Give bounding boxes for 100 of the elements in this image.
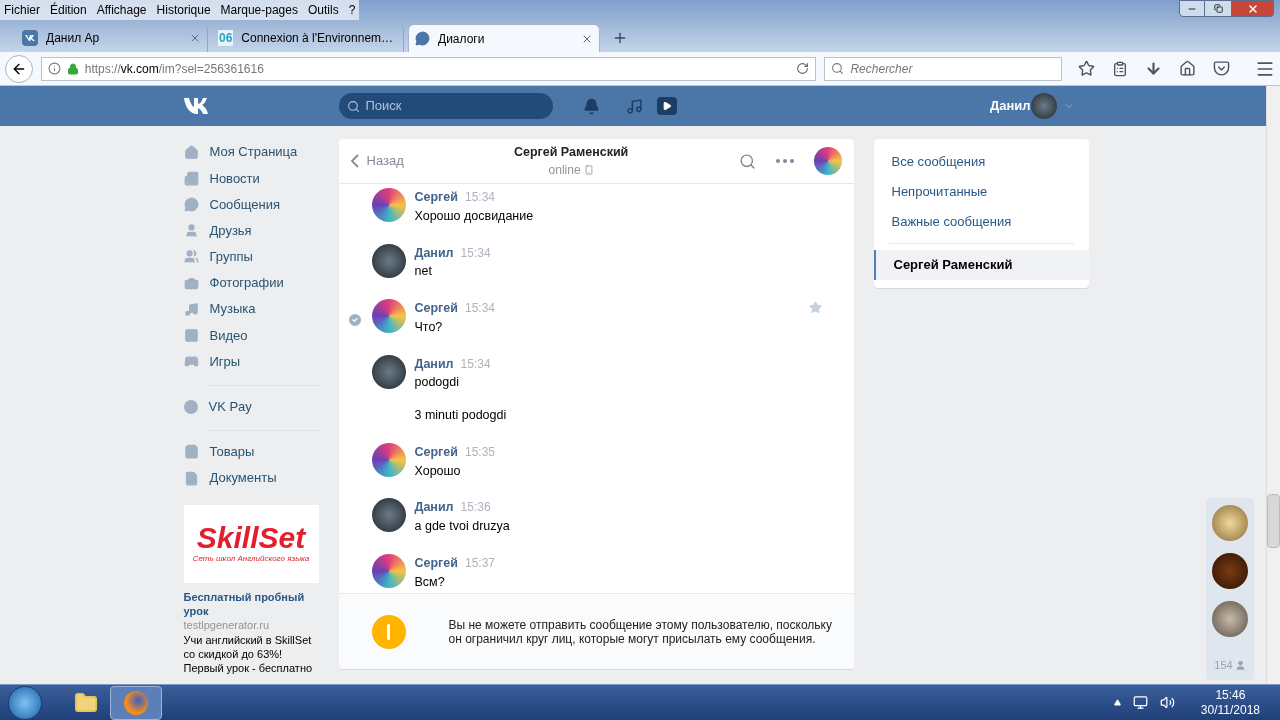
nav-icon <box>183 170 199 186</box>
message-text: podogdi <box>414 374 460 392</box>
restore-button[interactable] <box>1205 0 1231 17</box>
nav-item[interactable]: VK Pay <box>183 393 319 420</box>
menu-item[interactable]: Affichage <box>96 1 147 19</box>
message-text: net <box>414 263 433 281</box>
reload-icon[interactable] <box>796 62 810 75</box>
bookmark-star-icon[interactable] <box>1078 60 1095 77</box>
music-note-icon[interactable] <box>625 97 643 115</box>
message-text: Всм? <box>414 573 446 591</box>
sender-avatar <box>371 553 406 588</box>
search-placeholder: Поиск <box>365 97 402 116</box>
search-field[interactable]: Поиск <box>338 93 553 119</box>
ad-banner[interactable]: SkillSet Сеть школ Английского языка <box>183 505 319 584</box>
home-icon[interactable] <box>1179 60 1196 77</box>
filter-item[interactable]: Сергей Раменский <box>873 250 1089 280</box>
check-icon[interactable] <box>346 312 363 328</box>
nav-item[interactable]: Фотографии <box>183 269 319 297</box>
contact-name[interactable]: Сергей Раменский <box>513 142 629 162</box>
menu-item[interactable]: Outils <box>307 1 339 19</box>
search-icon <box>831 62 845 75</box>
sender-name[interactable]: Сергей <box>414 553 458 573</box>
menu-item[interactable]: Historique <box>156 1 211 19</box>
menu-item[interactable]: Marque-pages <box>220 1 298 19</box>
menu-item[interactable]: ? <box>348 1 356 19</box>
ad-text: Учи английский в SkillSet со скидкой до 63%! Первый урок - бесплатно <box>183 633 314 676</box>
message-text: Хорошо <box>414 462 462 480</box>
chat-bubble-icon <box>415 31 430 46</box>
close-icon <box>1246 2 1259 15</box>
chevron-left-icon <box>350 154 359 168</box>
network-icon[interactable] <box>1132 695 1148 710</box>
download-icon[interactable] <box>1145 60 1162 77</box>
close-button[interactable] <box>1231 0 1274 17</box>
nav-item[interactable]: Друзья <box>183 217 319 244</box>
user-name[interactable]: Данил <box>989 96 1031 116</box>
minimize-button[interactable] <box>1179 0 1205 17</box>
sender-name[interactable]: Данил <box>414 354 454 374</box>
message-text: 3 minuti podogdi <box>414 407 508 424</box>
message-time: 15:37 <box>464 554 495 572</box>
nav-icon <box>183 249 199 265</box>
list-icon[interactable] <box>1112 60 1128 77</box>
message-time: 15:34 <box>464 189 495 206</box>
sender-name[interactable]: Сергей <box>414 442 458 462</box>
message-time: 15:34 <box>460 244 491 262</box>
ad-brand: SkillSet <box>196 523 306 554</box>
volume-icon[interactable] <box>1159 695 1175 710</box>
nav-item[interactable]: Сообщения <box>183 191 319 218</box>
search-field[interactable]: Rechercher <box>824 56 1062 81</box>
nav-item[interactable]: Видео <box>183 322 319 349</box>
more-icon[interactable] <box>775 159 794 163</box>
address-bar[interactable]: https://vk.com/im?sel=256361616 <box>40 56 817 81</box>
nav-item[interactable]: Музыка <box>183 296 319 323</box>
start-button[interactable] <box>8 685 42 720</box>
notice-text: Вы не можете отправить сообщение этому пользователю, поскольку он ограничил круг лиц, которые могут присылать ему сообщения. <box>448 617 833 646</box>
nav-item[interactable]: Игры <box>183 348 319 375</box>
nav-item[interactable]: Новости <box>183 165 319 192</box>
message-time: 15:36 <box>460 499 491 517</box>
sender-avatar <box>371 188 406 222</box>
phone-icon <box>583 165 594 176</box>
nav-item[interactable]: Товары <box>183 438 319 466</box>
search-icon <box>346 99 360 113</box>
filter-item[interactable]: Все сообщения <box>873 147 1089 177</box>
filter-item[interactable]: Важные сообщения <box>873 207 1089 237</box>
filter-item[interactable]: Непрочитанные <box>873 177 1089 207</box>
pocket-icon[interactable] <box>1213 60 1230 77</box>
nav-icon <box>183 444 199 460</box>
sender-name[interactable]: Сергей <box>414 188 458 207</box>
clock[interactable]: 15:46 30/11/2018 <box>1200 687 1260 718</box>
sender-name[interactable]: Данил <box>414 498 454 517</box>
sender-name[interactable]: Данил <box>414 243 454 263</box>
star-icon[interactable] <box>808 301 822 314</box>
nav-item[interactable]: Группы <box>183 243 319 270</box>
search-icon[interactable] <box>738 152 756 170</box>
info-icon[interactable] <box>47 62 61 75</box>
message-time: 15:35 <box>464 443 495 461</box>
menu-item[interactable]: Fichier <box>4 1 40 19</box>
friend-avatar[interactable] <box>1212 553 1248 589</box>
tab-title: Диалоги <box>438 30 486 48</box>
person-icon <box>1234 659 1246 671</box>
triangle-icon <box>661 101 672 111</box>
ad-title[interactable]: Бесплатный пробный урок <box>183 590 319 619</box>
browser-tab[interactable]: Диалоги <box>408 24 600 52</box>
close-tab-icon[interactable] <box>189 32 201 44</box>
sender-name[interactable]: Сергей <box>414 299 458 318</box>
tab-title: Connexion à l'Environnem… <box>241 30 394 47</box>
back-link[interactable]: Назад <box>350 151 404 171</box>
bell-icon[interactable] <box>582 97 600 115</box>
nav-icon <box>183 144 199 160</box>
firefox-button[interactable] <box>110 685 162 720</box>
show-hidden-icons-icon[interactable] <box>1113 699 1121 706</box>
nav-icon <box>183 223 199 239</box>
url-text: https://vk.com/im?sel=256361616 <box>84 60 265 78</box>
menu-item[interactable]: Édition <box>50 1 87 19</box>
nav-item[interactable]: Документы <box>183 465 319 492</box>
play-icon[interactable] <box>656 97 677 115</box>
tab-title: Данил Ар <box>46 30 101 47</box>
new-tab-icon[interactable] <box>612 30 628 46</box>
nav-icon <box>183 275 199 291</box>
back-button[interactable] <box>5 54 33 83</box>
nav-item[interactable]: Моя Страница <box>183 139 319 166</box>
